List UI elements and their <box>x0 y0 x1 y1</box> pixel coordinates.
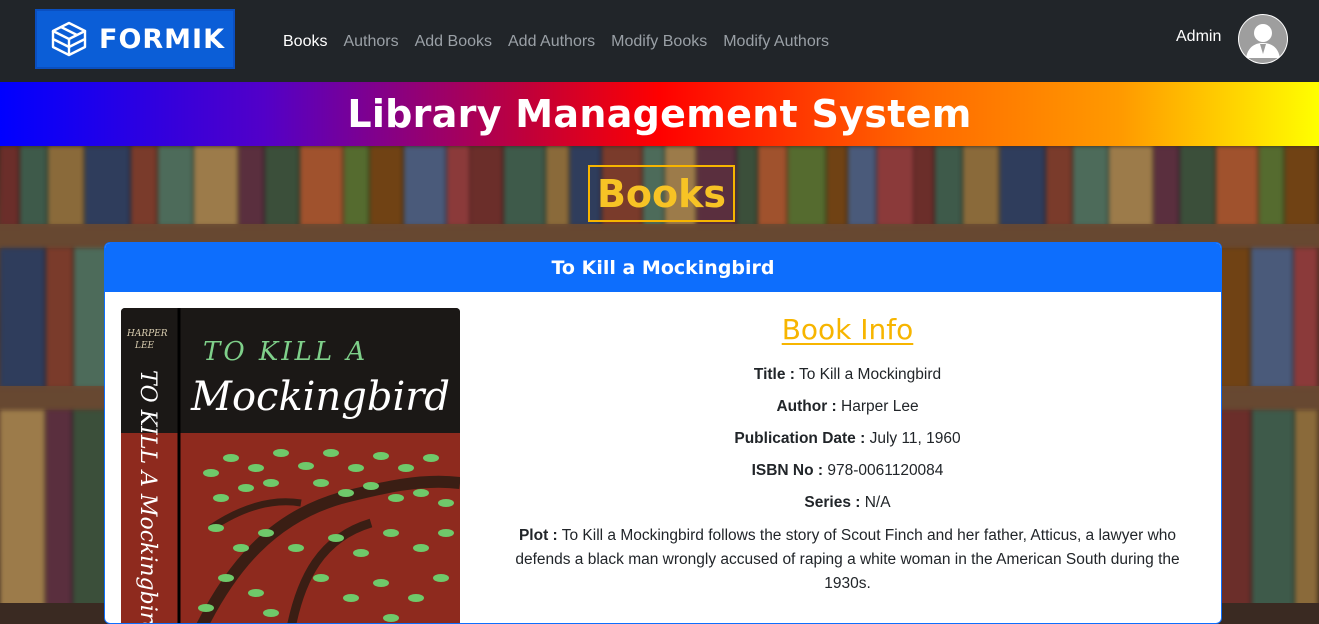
field-author: Author : Harper Lee <box>776 398 919 415</box>
title-banner: Library Management System <box>0 82 1319 146</box>
cover-title-top: TO KILL A <box>203 337 368 367</box>
book-card: To Kill a Mockingbird HARPER LEE TO KILL… <box>104 242 1222 624</box>
cover-title-script: Mockingbird <box>190 374 450 420</box>
nav-add-authors[interactable]: Add Authors <box>508 33 595 51</box>
nav-modify-books[interactable]: Modify Books <box>611 33 707 51</box>
nav-books[interactable]: Books <box>283 33 327 51</box>
user-avatar-icon[interactable] <box>1238 14 1288 64</box>
cover-author-line2: LEE <box>134 341 155 351</box>
nav-modify-authors[interactable]: Modify Authors <box>723 33 829 51</box>
brand-logo-link[interactable]: FORMIK <box>35 9 235 69</box>
nav-authors[interactable]: Authors <box>343 33 398 51</box>
top-navbar: FORMIK Books Authors Add Books Add Autho… <box>0 0 1319 82</box>
field-publication-date: Publication Date : July 11, 1960 <box>734 430 961 447</box>
books-stack-icon <box>49 19 89 59</box>
user-name[interactable]: Admin <box>1176 28 1221 46</box>
cover-spine-text: TO KILL A Mockingbird <box>135 370 160 624</box>
book-info: Book Info Title : To Kill a Mockingbird … <box>500 313 1195 607</box>
field-plot: Plot : To Kill a Mockingbird follows the… <box>515 527 1180 592</box>
book-info-heading[interactable]: Book Info <box>500 313 1195 346</box>
brand-name: FORMIK <box>99 23 226 55</box>
book-cover-image: HARPER LEE TO KILL A Mockingbird TO KILL… <box>121 308 460 624</box>
field-title: Title : To Kill a Mockingbird <box>753 366 942 383</box>
card-header: To Kill a Mockingbird <box>105 243 1221 292</box>
main-nav: Books Authors Add Books Add Authors Modi… <box>283 33 845 51</box>
field-series: Series : N/A <box>804 494 891 511</box>
app-title: Library Management System <box>347 92 972 136</box>
section-title: Books <box>588 165 735 222</box>
cover-author-line1: HARPER <box>126 329 168 339</box>
field-isbn: ISBN No : 978-0061120084 <box>751 462 944 479</box>
nav-add-books[interactable]: Add Books <box>415 33 492 51</box>
